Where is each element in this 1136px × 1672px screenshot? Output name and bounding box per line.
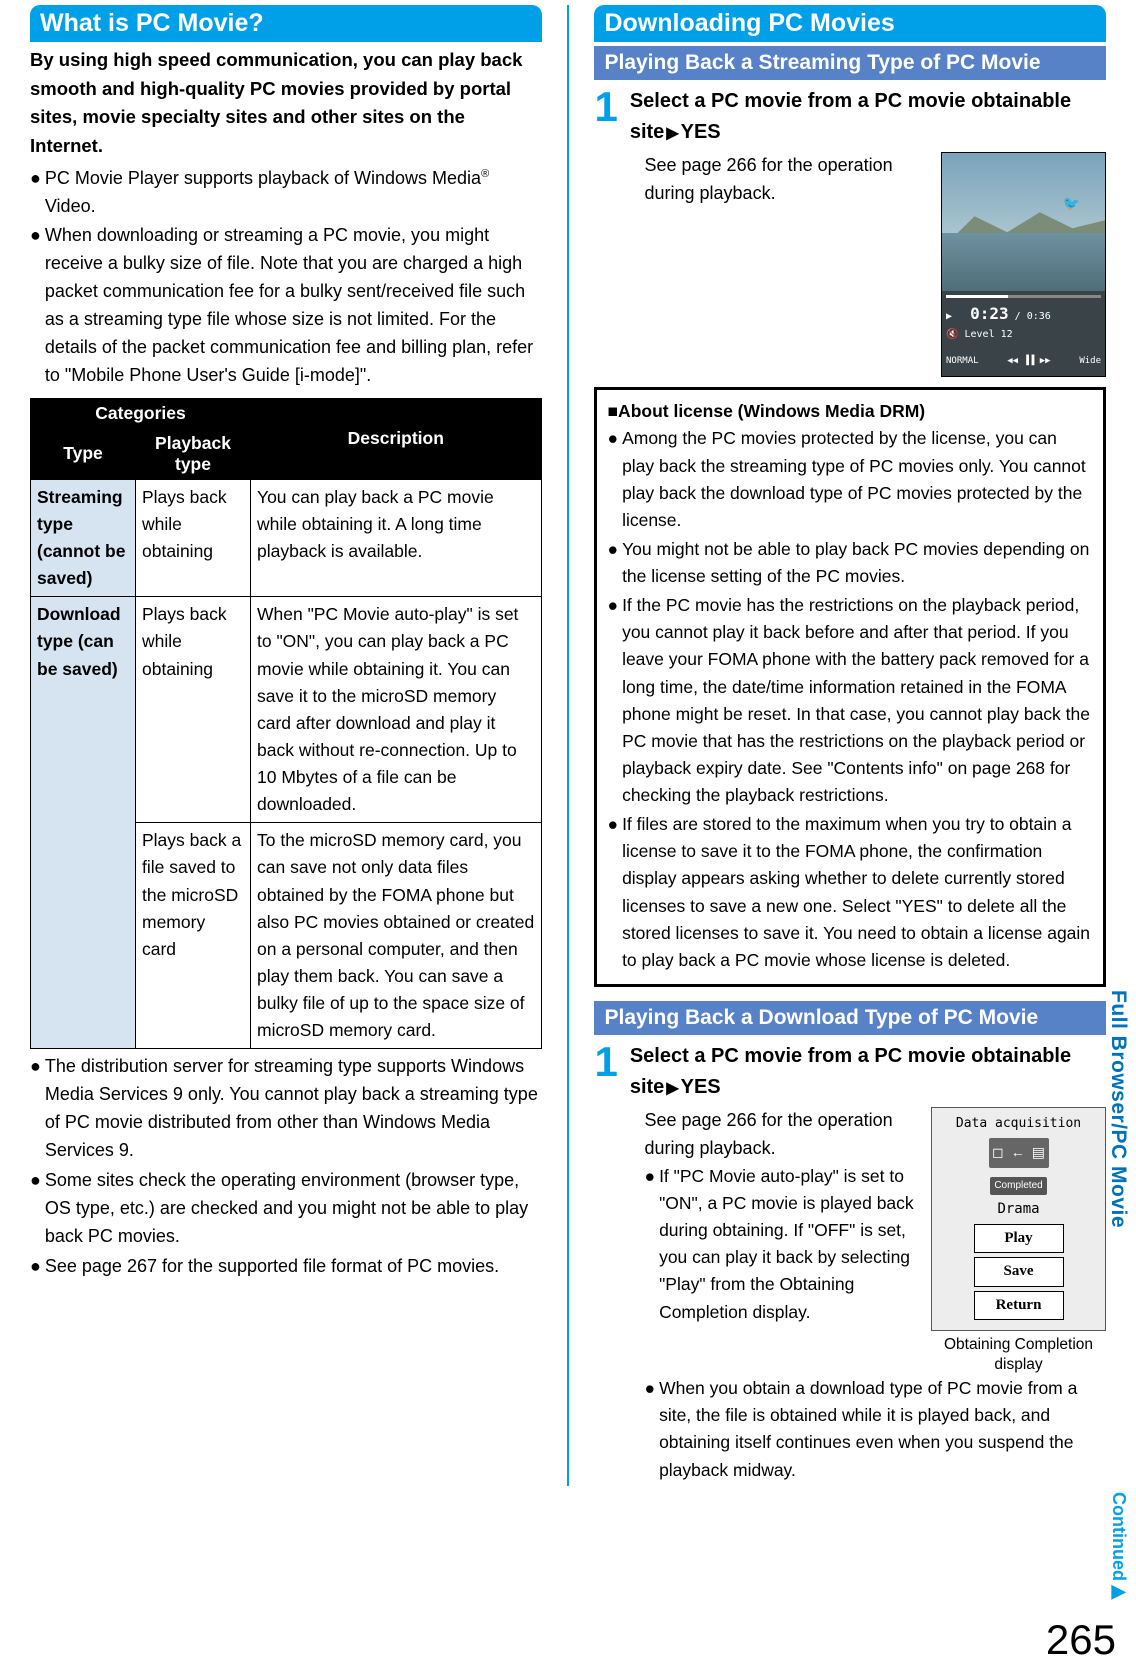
- bullet-text: The distribution server for streaming ty…: [45, 1053, 542, 1165]
- license-bullet: Among the PC movies protected by the lic…: [622, 425, 1093, 534]
- mode-wide: Wide: [1079, 355, 1101, 369]
- step-title: Select a PC movie from a PC movie obtain…: [630, 86, 1106, 148]
- bullet-dot: ●: [30, 1167, 41, 1251]
- side-tab: Full Browser/PC Movie: [1106, 990, 1130, 1228]
- step-body-text: See page 266 for the operation during pl…: [644, 1107, 921, 1163]
- play-button[interactable]: Play: [974, 1224, 1064, 1253]
- continued-label: Continued▶: [1108, 1492, 1130, 1602]
- bullet-dot: ●: [607, 811, 618, 974]
- license-bullet: If files are stored to the maximum when …: [622, 811, 1093, 974]
- dm-title: Data acquisition: [936, 1114, 1101, 1134]
- return-button[interactable]: Return: [974, 1291, 1064, 1320]
- page-number: 265: [1046, 1616, 1116, 1664]
- bullet-text: See page 267 for the supported file form…: [45, 1253, 499, 1281]
- bullet-dot: ●: [30, 165, 41, 221]
- license-box: ■About license (Windows Media DRM) ●Amon…: [594, 387, 1106, 987]
- step-title-part: YES: [681, 121, 721, 143]
- bullet-dot: ●: [607, 592, 618, 809]
- cell-playback: Plays back while obtaining: [136, 479, 251, 597]
- dm-filename: Drama: [936, 1199, 1101, 1221]
- bullet-dot: ●: [30, 1253, 41, 1281]
- playback-time: 0:23: [970, 304, 1009, 323]
- completed-badge: Completed: [990, 1177, 1046, 1195]
- dm-caption: Obtaining Completion display: [931, 1335, 1106, 1375]
- cell-type: Download type (can be saved): [31, 597, 136, 1049]
- bullet-dot: ●: [644, 1163, 655, 1326]
- bullet-dot: ●: [30, 222, 41, 389]
- th-playback: Playback type: [136, 428, 251, 479]
- bullet-dot: ●: [644, 1375, 655, 1484]
- video-player-mock: 🐦 ▶ 0:23 / 0:36 🔇 Level 12 NORMAL◀◀ ▐▐ ▶…: [941, 152, 1106, 377]
- cell-desc: You can play back a PC movie while obtai…: [251, 479, 542, 597]
- license-bullet: If the PC movie has the restrictions on …: [622, 592, 1093, 809]
- th-type: Type: [31, 428, 136, 479]
- cell-playback: Plays back a file saved to the microSD m…: [136, 823, 251, 1049]
- license-title: ■About license (Windows Media DRM): [607, 398, 1093, 425]
- top-bullets: ●PC Movie Player supports playback of Wi…: [30, 165, 542, 390]
- mode-normal: NORMAL: [946, 355, 979, 369]
- cell-playback: Plays back while obtaining: [136, 597, 251, 823]
- triangle-icon: ▶: [666, 125, 678, 142]
- triangle-icon: ▶: [666, 1080, 678, 1097]
- heading-downloading: Downloading PC Movies: [594, 5, 1106, 42]
- cell-desc: When "PC Movie auto-play" is set to "ON"…: [251, 597, 542, 823]
- bullet-dot: ●: [607, 536, 618, 590]
- cell-desc: To the microSD memory card, you can save…: [251, 823, 542, 1049]
- step-title: Select a PC movie from a PC movie obtain…: [630, 1041, 1106, 1103]
- th-description: Description: [251, 398, 542, 479]
- subheading-download: Playing Back a Download Type of PC Movie: [594, 1001, 1106, 1035]
- cell-type: Streaming type (cannot be saved): [31, 479, 136, 597]
- bottom-bullets: ●The distribution server for streaming t…: [30, 1053, 542, 1280]
- step-body-text: See page 266 for the operation during pl…: [644, 152, 931, 377]
- bird-icon: 🐦: [1063, 193, 1080, 215]
- volume-level: Level 12: [965, 329, 1013, 340]
- step-number: 1: [594, 86, 617, 128]
- intro-text: By using high speed communication, you c…: [30, 46, 542, 161]
- th-categories: Categories: [31, 398, 251, 428]
- step-number: 1: [594, 1041, 617, 1083]
- step-title-part: YES: [681, 1076, 721, 1098]
- bullet-text: Some sites check the operating environme…: [45, 1167, 542, 1251]
- heading-what-is: What is PC Movie?: [30, 5, 542, 42]
- subheading-streaming: Playing Back a Streaming Type of PC Movi…: [594, 46, 1106, 80]
- playback-duration: / 0:36: [1015, 311, 1051, 322]
- bullet-dot: ●: [30, 1053, 41, 1165]
- column-divider: [567, 5, 570, 1486]
- bullet-text: PC Movie Player supports playback of Win…: [45, 165, 542, 221]
- dm-icons: ◻←▤: [989, 1138, 1049, 1168]
- bullet-dot: ●: [607, 425, 618, 534]
- bullet-text: When downloading or streaming a PC movie…: [45, 222, 542, 389]
- sub-bullet: If "PC Movie auto-play" is set to "ON", …: [659, 1163, 921, 1326]
- license-bullet: You might not be able to play back PC mo…: [622, 536, 1093, 590]
- obtaining-completion-mock: Data acquisition ◻←▤ Completed Drama Pla…: [931, 1107, 1106, 1375]
- save-button[interactable]: Save: [974, 1257, 1064, 1286]
- categories-table: Categories Description Type Playback typ…: [30, 398, 542, 1050]
- sub-bullet: When you obtain a download type of PC mo…: [659, 1375, 1106, 1484]
